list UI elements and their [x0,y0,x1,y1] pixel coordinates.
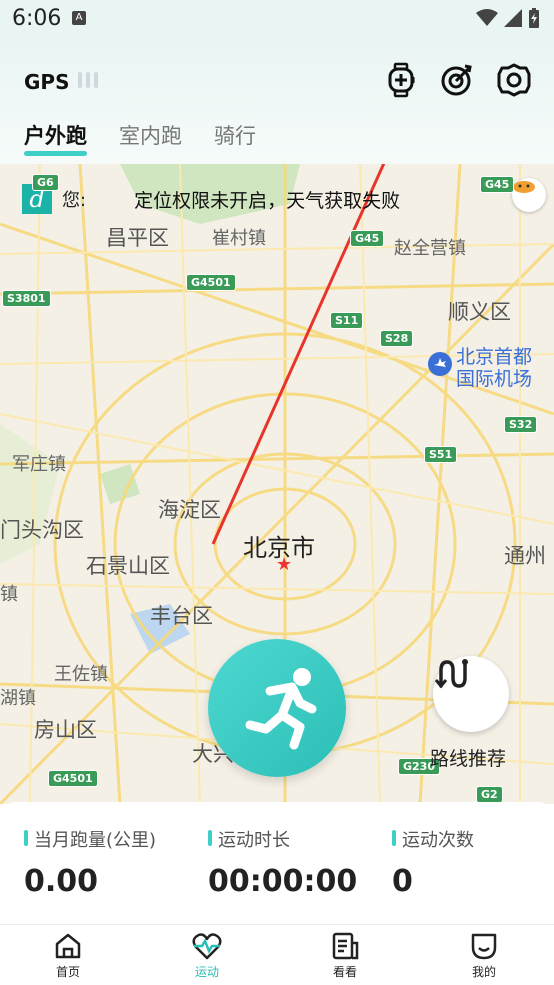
start-run-button[interactable] [208,639,346,777]
highway-shield-g45: G45 [480,176,515,193]
tabbar-label: 首页 [55,965,80,979]
capital-star-icon: ★ [276,554,293,575]
stat-value: 0 [392,864,413,899]
tabbar-home[interactable]: 首页 [28,931,108,980]
weather-cloud-icon [513,181,535,193]
weather-widget-button[interactable] [512,178,546,212]
stat-value: 0.00 [24,864,99,899]
tabbar-sport[interactable]: 运动 [167,931,247,980]
map-label-haidian: 海淀区 [158,498,221,522]
article-icon [332,932,359,960]
map-label-airport: 北京首都 国际机场 [456,346,533,390]
home-icon [55,933,81,959]
map-label-zhen: 镇 [0,584,18,605]
weather-greeting: 您: [62,190,87,211]
map-label-mentougou: 门头沟区 [0,518,84,542]
header: GPS 户外跑 室内跑 骑行 [0,40,554,164]
signal-icon [504,9,522,27]
target-icon[interactable] [439,62,475,98]
tab-outdoor-run[interactable]: 户外跑 [24,120,87,156]
map-label-hu: 湖镇 [0,688,36,709]
tabbar-label: 看看 [332,965,357,979]
stat-value: 00:00:00 [208,864,358,899]
map-label-changping: 昌平区 [106,226,169,250]
weather-bar: d 您: 定位权限未开启，天气获取失败 [22,184,400,214]
route-recommend-button[interactable] [433,656,509,732]
map-label-wangzuo: 王佐镇 [54,664,108,685]
map-label-tongzhou: 通州 [504,544,546,568]
settings-icon[interactable] [496,62,532,98]
highway-shield-g2: G2 [476,786,503,803]
tabbar-label: 运动 [194,965,219,979]
highway-shield-g45-2: G45 [350,230,385,247]
stats-panel: 当月跑量(公里) 0.00 运动时长 00:00:00 运动次数 0 [0,802,554,924]
notification-icon: A [72,11,86,25]
highway-shield-g4501: G4501 [186,274,236,291]
map-label-fangshan: 房山区 [34,718,97,742]
gps-label: GPS [24,70,70,94]
weather-message: 定位权限未开启，天气获取失败 [134,189,401,212]
tabbar-mine[interactable]: 我的 [444,931,524,980]
route-recommend-label[interactable]: 路线推荐 [430,744,506,771]
add-watch-icon[interactable] [383,62,419,98]
highway-shield-s11: S11 [330,312,364,329]
smile-icon [471,933,497,960]
runner-icon [245,668,317,750]
tabbar-explore[interactable]: 看看 [305,931,385,980]
highway-shield-g6: G6 [32,174,59,191]
status-time: 6:06 [12,6,62,31]
stat-label: 运动次数 [392,826,474,852]
tab-cycling[interactable]: 骑行 [214,120,256,156]
map-label-fengtai: 丰台区 [150,604,213,628]
map-label-shijingshan: 石景山区 [86,554,170,578]
airport-icon [428,352,452,376]
stat-monthly-distance: 当月跑量(公里) 0.00 [24,826,156,899]
bottom-tab-bar: 首页 运动 看看 我的 [0,924,554,985]
stat-count: 运动次数 0 [392,826,474,899]
battery-icon [529,8,539,28]
wifi-icon [476,9,498,26]
map-view[interactable]: d 您: 定位权限未开启，天气获取失败 昌平区 崔村镇 赵全营镇 顺义区 北京首… [0,164,554,804]
stat-label: 当月跑量(公里) [24,826,156,852]
tab-indoor-run[interactable]: 室内跑 [119,120,182,156]
map-label-junzhuang: 军庄镇 [12,454,66,475]
highway-shield-s51: S51 [424,446,458,463]
tabbar-label: 我的 [471,965,496,979]
route-icon [434,659,468,689]
map-label-cuicun: 崔村镇 [212,228,266,249]
highway-shield-g4501-2: G4501 [48,770,98,787]
map-label-zhaoquanying: 赵全营镇 [394,238,466,259]
stat-label: 运动时长 [208,826,357,852]
heartbeat-icon [192,933,222,960]
status-bar: 6:06 A [0,0,554,40]
highway-shield-s32: S32 [504,416,538,433]
highway-shield-s28: S28 [380,330,414,347]
sport-tabs: 户外跑 室内跑 骑行 [24,120,256,156]
system-icons [476,8,540,28]
highway-shield-s3801: S3801 [2,290,51,307]
gps-signal-indicator [78,72,98,88]
stat-duration: 运动时长 00:00:00 [208,826,357,899]
map-label-shunyi: 顺义区 [448,300,511,324]
